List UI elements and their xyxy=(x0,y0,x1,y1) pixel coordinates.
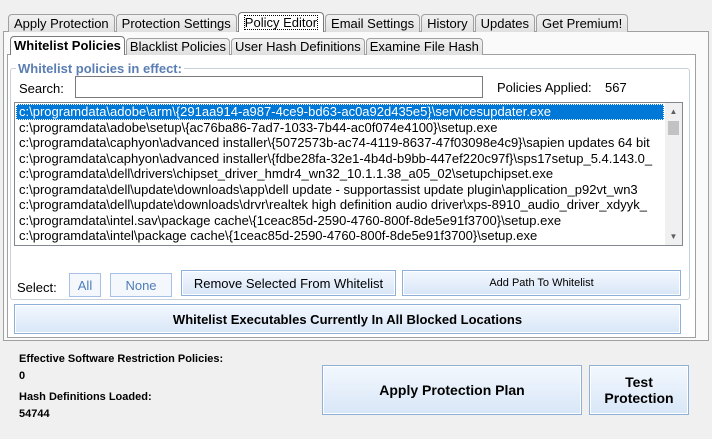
tab-apply-protection[interactable]: Apply Protection xyxy=(8,14,115,32)
remove-selected-button[interactable]: Remove Selected From Whitelist xyxy=(181,270,396,296)
list-item[interactable]: c:\programdata\adobe\setup\{ac76ba86-7ad… xyxy=(16,120,664,136)
vertical-scrollbar[interactable]: ▲ ▼ xyxy=(665,103,682,245)
tab-label: History xyxy=(427,16,468,31)
tab-label: Policy Editor xyxy=(243,15,319,30)
policies-applied-count: 567 xyxy=(605,80,627,95)
list-item[interactable]: c:\programdata\intel.sav\package cache\{… xyxy=(16,213,664,229)
tab-updates[interactable]: Updates xyxy=(474,14,536,32)
tab-blacklist-policies[interactable]: Blacklist Policies xyxy=(125,38,231,55)
test-label-line2: Protection xyxy=(604,390,674,406)
tab-label: Protection Settings xyxy=(121,16,231,31)
tab-label: Updates xyxy=(480,16,530,31)
tab-history[interactable]: History xyxy=(421,14,474,32)
search-input[interactable] xyxy=(75,76,483,98)
tab-email-settings[interactable]: Email Settings xyxy=(325,14,421,32)
tab-whitelist-policies[interactable]: Whitelist Policies xyxy=(10,36,125,55)
whitelist-items: c:\programdata\adobe\arm\{291aa914-a987-… xyxy=(16,104,664,244)
select-label: Select: xyxy=(17,280,57,295)
tab-examine-file-hash[interactable]: Examine File Hash xyxy=(365,38,483,55)
tab-label: Email Settings xyxy=(331,16,415,31)
subtab-label: Blacklist Policies xyxy=(129,39,227,54)
apply-protection-plan-button[interactable]: Apply Protection Plan xyxy=(322,365,582,415)
main-tab-strip: Apply Protection Protection Settings Pol… xyxy=(8,12,629,32)
test-label-line1: Test xyxy=(625,374,653,390)
sub-tab-strip: Whitelist Policies Blacklist Policies Us… xyxy=(10,36,484,55)
add-path-button[interactable]: Add Path To Whitelist xyxy=(402,270,681,296)
list-item[interactable]: c:\programdata\adobe\arm\{291aa914-a987-… xyxy=(16,104,664,120)
policies-applied-label: Policies Applied: xyxy=(497,80,592,95)
srp-value: 0 xyxy=(19,370,26,382)
scroll-up-arrow-icon[interactable]: ▲ xyxy=(665,103,682,120)
scroll-down-arrow-icon[interactable]: ▼ xyxy=(665,228,682,245)
select-none-button[interactable]: None xyxy=(110,273,172,297)
list-item[interactable]: c:\programdata\dell\drivers\chipset_driv… xyxy=(16,166,664,182)
whitelist-listbox[interactable]: c:\programdata\adobe\arm\{291aa914-a987-… xyxy=(14,102,683,246)
subtab-label: Examine File Hash xyxy=(369,39,479,54)
group-title: Whitelist policies in effect: xyxy=(16,61,184,76)
hash-definitions-label: Hash Definitions Loaded: xyxy=(19,391,152,403)
tab-get-premium[interactable]: Get Premium! xyxy=(536,14,629,32)
select-all-button[interactable]: All xyxy=(69,273,101,297)
hash-definitions-value: 54744 xyxy=(19,408,50,420)
test-protection-button[interactable]: Test Protection xyxy=(589,365,689,415)
tab-policy-editor[interactable]: Policy Editor xyxy=(237,12,325,32)
list-item[interactable]: c:\programdata\dell\update\downloads\drv… xyxy=(16,197,664,213)
list-item[interactable]: c:\programdata\intel\package cache\{1cea… xyxy=(16,228,664,244)
srp-label: Effective Software Restriction Policies: xyxy=(19,353,224,365)
search-label: Search: xyxy=(19,81,64,96)
tab-label: Apply Protection xyxy=(14,16,109,31)
subtab-label: Whitelist Policies xyxy=(14,38,121,53)
subtab-label: User Hash Definitions xyxy=(235,39,361,54)
list-item[interactable]: c:\programdata\caphyon\advanced installe… xyxy=(16,135,664,151)
list-item[interactable]: c:\programdata\dell\update\downloads\app… xyxy=(16,182,664,198)
scroll-thumb[interactable] xyxy=(668,121,679,135)
list-item[interactable]: c:\programdata\caphyon\advanced installe… xyxy=(16,151,664,167)
tab-protection-settings[interactable]: Protection Settings xyxy=(115,14,237,32)
tab-user-hash-definitions[interactable]: User Hash Definitions xyxy=(231,38,365,55)
tab-label: Get Premium! xyxy=(542,16,623,31)
whitelist-blocked-executables-button[interactable]: Whitelist Executables Currently In All B… xyxy=(14,304,681,334)
